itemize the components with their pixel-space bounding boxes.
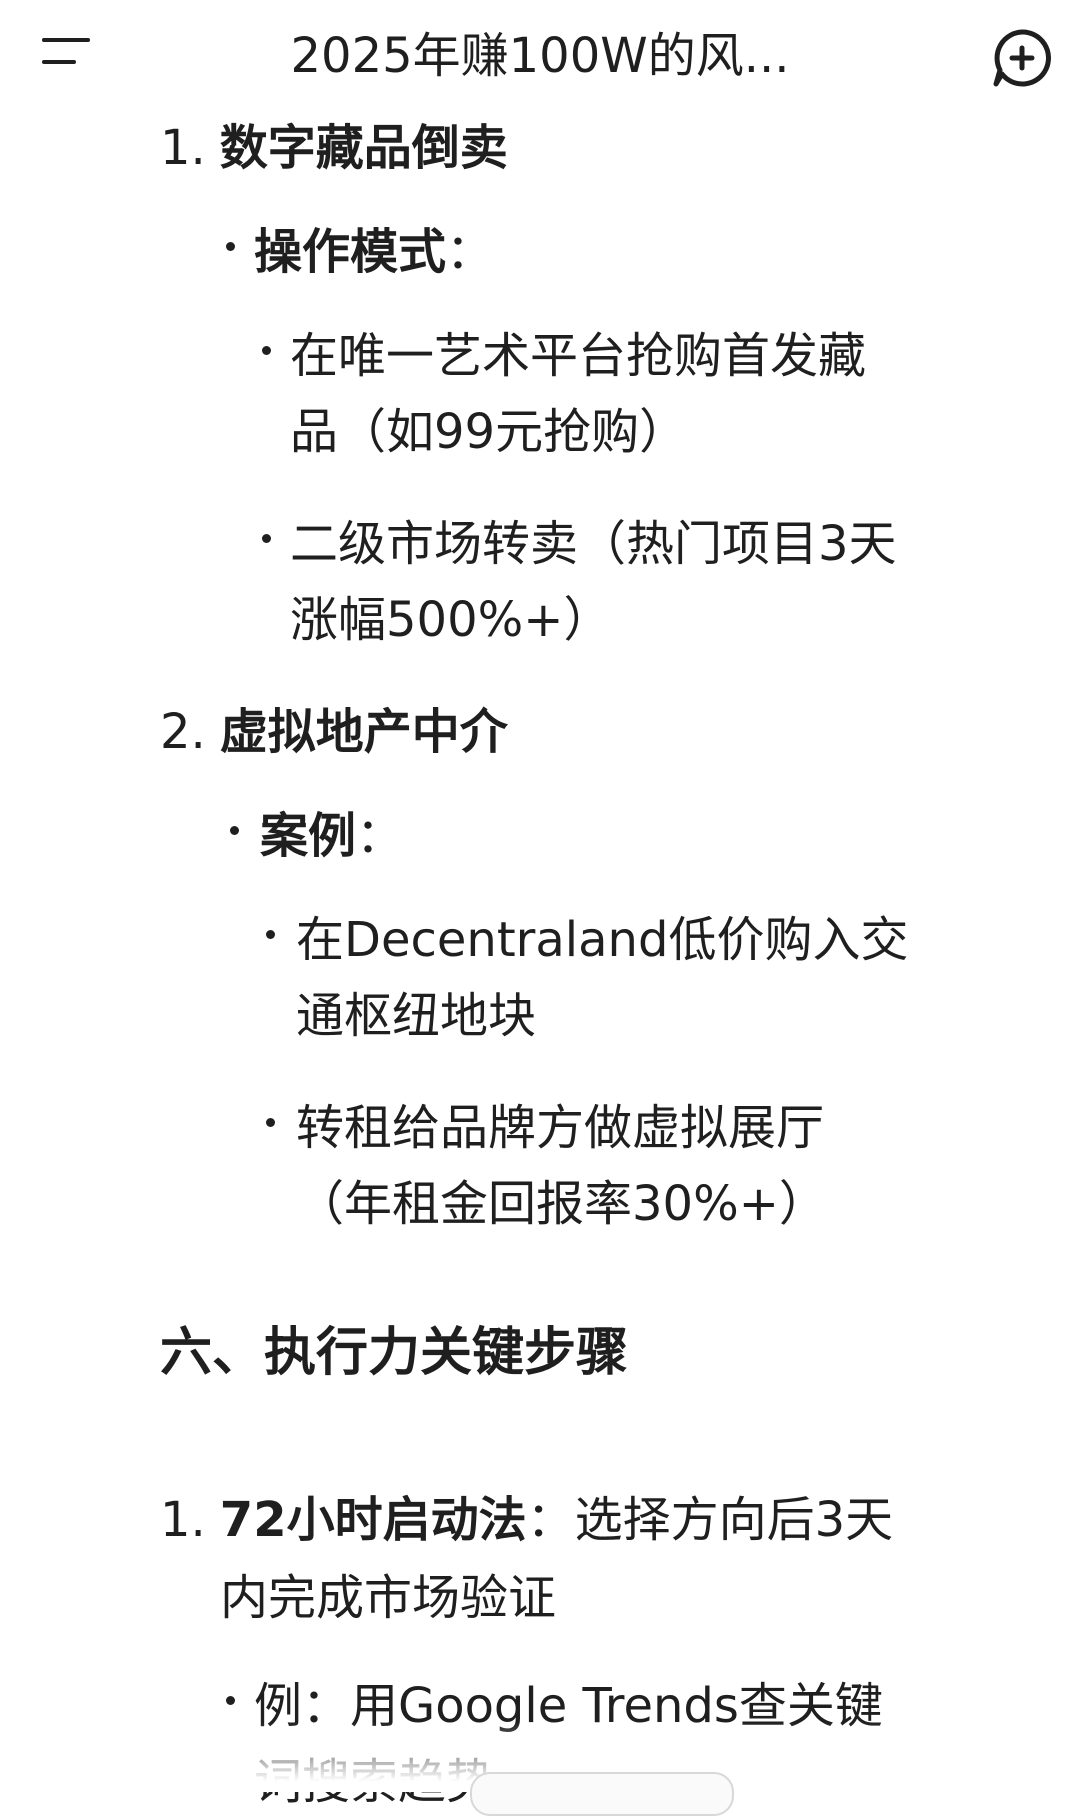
list-item-title: 72小时启动法 [219,1492,527,1548]
bullet-icon [226,242,235,251]
bullet-icon [226,1696,235,1705]
sub-label-colon: ： [446,224,495,280]
sub-label-row: 案例： [260,806,404,866]
sub-label: 操作模式 [254,224,447,280]
list-item-1: 1. 72小时启动法：选择方向后3天 [160,1490,893,1550]
bullet-text-cont: 涨幅500%+） [290,592,612,648]
bullet-icon [230,826,239,835]
bullet-text: 转租给品牌方做虚拟展厅 [296,1100,825,1156]
bullet-icon [262,534,271,543]
bullet-text: 在唯一艺术平台抢购首发藏 [290,328,867,384]
top-app-bar: 2025年赚100W的风... [0,0,1080,118]
bullet-text: 二级市场转卖（热门项目3天 [290,516,897,572]
bullet-icon [266,930,275,939]
section-heading: 六、执行力关键步骤 [160,1323,629,1383]
sub-label-colon: ： [356,808,405,864]
bullet-icon [262,346,271,355]
bullet-icon [266,1118,275,1127]
bullet-text-cont: 品（如99元抢购） [290,404,688,460]
list-item-text-cont: 内完成市场验证 [220,1570,557,1626]
list-item-text: ：选择方向后3天 [526,1492,894,1548]
add-chat-icon [993,29,1051,87]
list-item-1: 1. 数字藏品倒卖 [160,118,508,178]
bullet-text-cont: （年租金回报率30%+） [296,1176,827,1232]
sub-label-row: 操作模式： [254,222,494,282]
sub-label: 案例 [260,808,357,864]
new-chat-button[interactable] [986,22,1058,94]
list-number: 2. [160,704,206,760]
bullet-text: 在Decentraland低价购入交 [296,912,909,968]
list-item-title: 数字藏品倒卖 [219,120,508,176]
menu-button[interactable] [30,26,110,86]
conversation-title[interactable]: 2025年赚100W的风... [150,24,930,88]
list-item-title: 虚拟地产中介 [219,704,508,760]
scroll-down-button[interactable] [470,1772,734,1816]
list-number: 1. [160,1492,206,1548]
list-number: 1. [160,120,206,176]
bullet-text-cont: 通枢纽地块 [296,988,537,1044]
list-item-2: 2. 虚拟地产中介 [160,702,508,762]
